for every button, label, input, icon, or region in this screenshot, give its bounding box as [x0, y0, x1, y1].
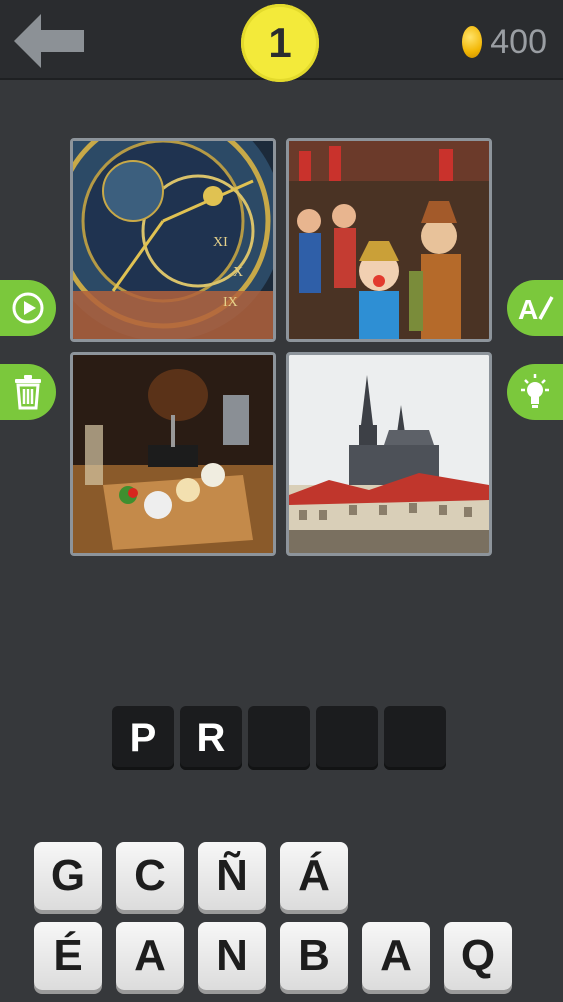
- answer-slots: P R: [112, 706, 446, 770]
- letter-tile[interactable]: N: [198, 922, 266, 990]
- reveal-letter-icon: A: [518, 294, 554, 325]
- letter-tile[interactable]: B: [280, 922, 348, 990]
- coin-amount: 400: [490, 22, 547, 61]
- back-button[interactable]: [14, 14, 84, 68]
- letter-row-2: É A N B A Q: [34, 922, 512, 990]
- svg-text:XI: XI: [213, 235, 228, 250]
- level-badge: 1: [241, 4, 319, 82]
- letter-row-1: G C Ñ Á: [34, 842, 512, 910]
- puzzle-image-astronomical-clock[interactable]: XI X IX: [70, 138, 276, 342]
- letter-tile[interactable]: Á: [280, 842, 348, 910]
- level-number: 1: [268, 19, 292, 66]
- letter-tile[interactable]: A: [362, 922, 430, 990]
- answer-slot[interactable]: R: [180, 706, 242, 770]
- letter-tile[interactable]: Ñ: [198, 842, 266, 910]
- answer-slot[interactable]: [248, 706, 310, 770]
- answer-slot[interactable]: [384, 706, 446, 770]
- letter-keyboard: G C Ñ Á É A N B A Q: [34, 842, 512, 1002]
- remove-letters-button[interactable]: [0, 364, 56, 420]
- svg-text:A: A: [518, 294, 538, 325]
- letter-tile[interactable]: A: [116, 922, 184, 990]
- top-bar: 1 400: [0, 0, 563, 82]
- coin-counter: 400: [462, 22, 547, 62]
- answer-slot[interactable]: P: [112, 706, 174, 770]
- svg-text:IX: IX: [223, 295, 238, 310]
- letter-tile[interactable]: C: [116, 842, 184, 910]
- hint-button[interactable]: [507, 364, 563, 420]
- puzzle-image-roast-dish[interactable]: [70, 352, 276, 556]
- letter-tile[interactable]: G: [34, 842, 102, 910]
- coin-icon: [462, 26, 483, 58]
- reveal-letter-button[interactable]: A: [507, 280, 563, 336]
- puzzle-images: XI X IX: [70, 138, 494, 562]
- play-icon: [12, 292, 44, 324]
- play-button[interactable]: [0, 280, 56, 336]
- letter-tile[interactable]: Q: [444, 922, 512, 990]
- puzzle-image-marionettes[interactable]: [286, 138, 492, 342]
- letter-tile[interactable]: É: [34, 922, 102, 990]
- trash-icon: [15, 375, 41, 410]
- svg-text:X: X: [233, 265, 243, 280]
- puzzle-image-castle[interactable]: [286, 352, 492, 556]
- lightbulb-icon: [521, 374, 549, 408]
- answer-slot[interactable]: [316, 706, 378, 770]
- arrow-left-icon: [14, 14, 84, 68]
